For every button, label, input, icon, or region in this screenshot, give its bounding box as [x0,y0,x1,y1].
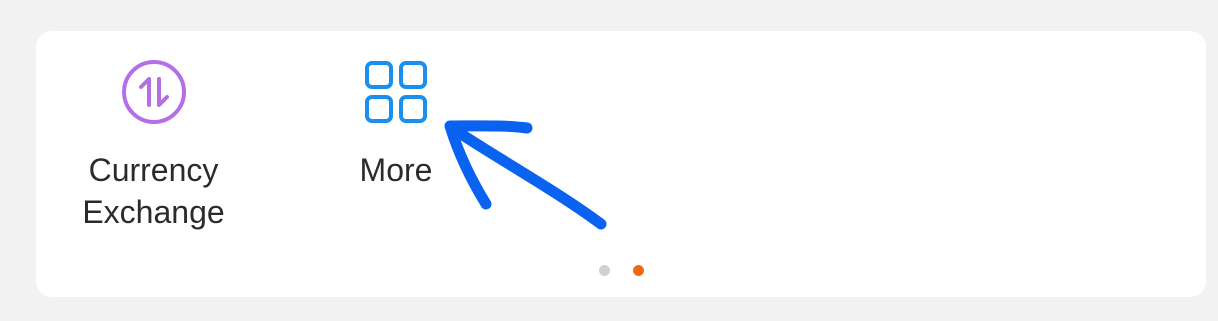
shortcuts-card: Currency Exchange More [36,31,1206,297]
grid-icon [363,59,429,125]
currency-exchange-shortcut[interactable]: Currency Exchange [76,31,231,233]
currency-exchange-icon [121,59,187,125]
page-dot-2-active[interactable] [632,265,644,276]
more-shortcut[interactable]: More [326,31,466,191]
more-label: More [359,152,433,188]
currency-exchange-label: Currency Exchange [82,152,225,230]
page-dot-1[interactable] [598,265,610,276]
pagination-dots [36,265,1206,276]
